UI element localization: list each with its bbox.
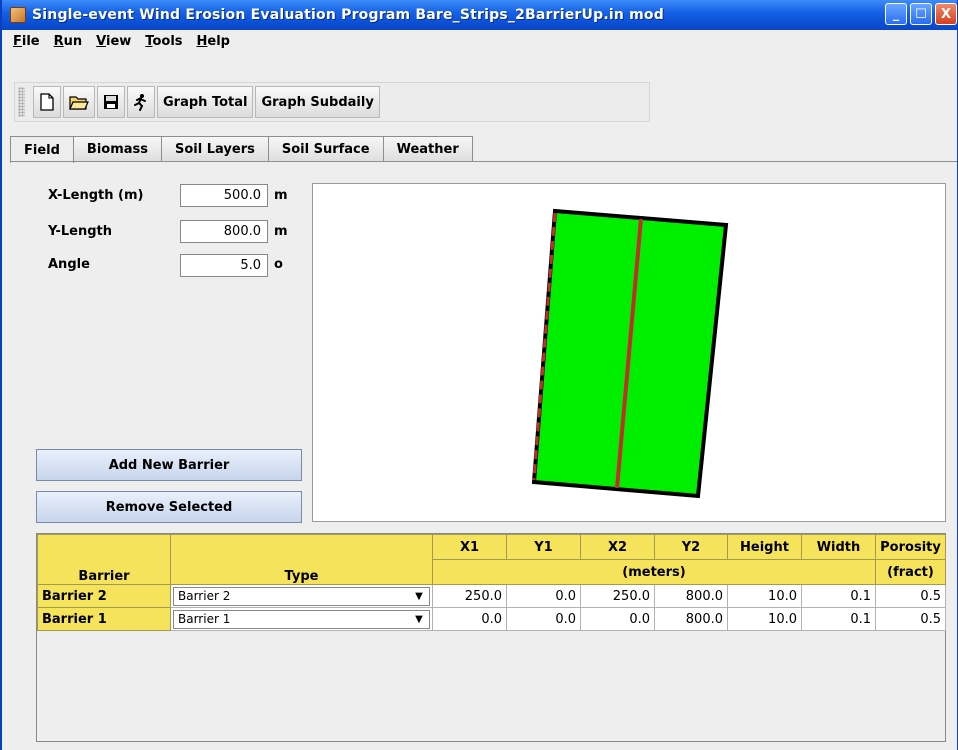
minimize-button[interactable]: _: [885, 3, 907, 25]
tab-field[interactable]: Field: [10, 136, 74, 163]
row-type-cell[interactable]: Barrier 1 ▼: [170, 607, 433, 631]
menu-help[interactable]: Help: [190, 34, 237, 49]
save-file-button[interactable]: [97, 86, 125, 118]
row-barrier-name[interactable]: Barrier 1: [37, 607, 171, 631]
cell-y1[interactable]: 0.0: [506, 607, 581, 631]
y-length-label: Y-Length: [48, 224, 113, 239]
angle-label: Angle: [48, 257, 90, 272]
menu-file[interactable]: File: [6, 34, 47, 49]
angle-input[interactable]: 5.0: [180, 254, 268, 277]
toolbar-grip[interactable]: [18, 87, 25, 117]
angle-unit: o: [274, 257, 283, 272]
table-row[interactable]: Barrier 2 Barrier 2 ▼ 250.0 0.0 250.0 80…: [37, 584, 946, 608]
menu-tools[interactable]: Tools: [138, 34, 189, 49]
add-barrier-button[interactable]: Add New Barrier: [36, 449, 302, 481]
x-length-label: X-Length (m): [48, 188, 144, 203]
field-map-canvas: [312, 183, 946, 522]
cell-porosity[interactable]: 0.5: [875, 584, 946, 608]
header-height[interactable]: Height: [727, 534, 802, 560]
toolbar: Graph Total Graph Subdaily: [14, 82, 650, 122]
remove-selected-button[interactable]: Remove Selected: [36, 491, 302, 523]
cell-width[interactable]: 0.1: [801, 607, 876, 631]
y-length-input[interactable]: 800.0: [180, 220, 268, 243]
cell-y2[interactable]: 800.0: [654, 607, 728, 631]
row-barrier-name[interactable]: Barrier 2: [37, 584, 171, 608]
tab-weather[interactable]: Weather: [382, 136, 473, 162]
menu-view[interactable]: View: [89, 34, 138, 49]
title-bar[interactable]: Single-event Wind Erosion Evaluation Pro…: [2, 0, 957, 30]
header-units-fract: (fract): [875, 559, 946, 585]
menu-bar: File Run View Tools Help: [2, 30, 957, 52]
graph-subdaily-button[interactable]: Graph Subdaily: [255, 86, 380, 118]
cell-x2[interactable]: 250.0: [580, 584, 655, 608]
header-x2[interactable]: X2: [580, 534, 655, 560]
cell-x2[interactable]: 0.0: [580, 607, 655, 631]
x-length-unit: m: [274, 188, 288, 203]
open-file-button[interactable]: [63, 86, 95, 118]
header-y1[interactable]: Y1: [506, 534, 581, 560]
field-map-drawing: [531, 208, 729, 499]
cell-height[interactable]: 10.0: [727, 584, 802, 608]
tab-strip: Field Biomass Soil Layers Soil Surface W…: [10, 136, 473, 163]
barrier-type-dropdown[interactable]: Barrier 1 ▼: [173, 609, 430, 629]
maximize-button[interactable]: ☐: [910, 3, 932, 25]
running-man-icon: [134, 94, 146, 111]
cell-width[interactable]: 0.1: [801, 584, 876, 608]
run-button[interactable]: [127, 86, 155, 118]
header-width[interactable]: Width: [801, 534, 876, 560]
table-row[interactable]: Barrier 1 Barrier 1 ▼ 0.0 0.0 0.0 800.0 …: [37, 607, 946, 631]
row-type-cell[interactable]: Barrier 2 ▼: [170, 584, 433, 608]
dropdown-value: Barrier 2: [178, 589, 231, 603]
header-units-meters: (meters): [432, 559, 876, 585]
tab-soil-surface[interactable]: Soil Surface: [267, 136, 384, 162]
header-type[interactable]: Type: [170, 534, 433, 585]
app-window: Single-event Wind Erosion Evaluation Pro…: [0, 0, 958, 750]
chevron-down-icon[interactable]: ▼: [409, 588, 429, 605]
tab-soil-layers[interactable]: Soil Layers: [161, 136, 269, 162]
cell-height[interactable]: 10.0: [727, 607, 802, 631]
barrier-type-dropdown[interactable]: Barrier 2 ▼: [173, 586, 430, 606]
menu-run[interactable]: Run: [47, 34, 90, 49]
chevron-down-icon[interactable]: ▼: [409, 611, 429, 628]
cell-x1[interactable]: 0.0: [432, 607, 507, 631]
cell-porosity[interactable]: 0.5: [875, 607, 946, 631]
dropdown-value: Barrier 1: [178, 612, 231, 626]
graph-total-button[interactable]: Graph Total: [157, 86, 254, 118]
new-file-icon: [40, 93, 54, 111]
header-y2[interactable]: Y2: [654, 534, 728, 560]
header-x1[interactable]: X1: [432, 534, 507, 560]
cell-x1[interactable]: 250.0: [432, 584, 507, 608]
new-file-button[interactable]: [33, 86, 61, 118]
header-barrier[interactable]: Barrier: [37, 534, 171, 585]
y-length-unit: m: [274, 224, 288, 239]
barrier-table: Barrier Type X1 Y1 X2 Y2 Height Width Po…: [36, 533, 946, 742]
header-porosity[interactable]: Porosity: [875, 534, 946, 560]
open-folder-icon: [69, 96, 89, 110]
window-controls: _ ☐ X: [885, 3, 957, 25]
window-title: Single-event Wind Erosion Evaluation Pro…: [32, 7, 664, 23]
cell-y2[interactable]: 800.0: [654, 584, 728, 608]
save-disk-icon: [104, 95, 118, 109]
tab-divider: [10, 161, 957, 162]
cell-y1[interactable]: 0.0: [506, 584, 581, 608]
close-button[interactable]: X: [935, 3, 957, 25]
x-length-input[interactable]: 500.0: [180, 184, 268, 207]
tab-biomass[interactable]: Biomass: [72, 136, 163, 162]
java-app-icon: [10, 7, 26, 23]
